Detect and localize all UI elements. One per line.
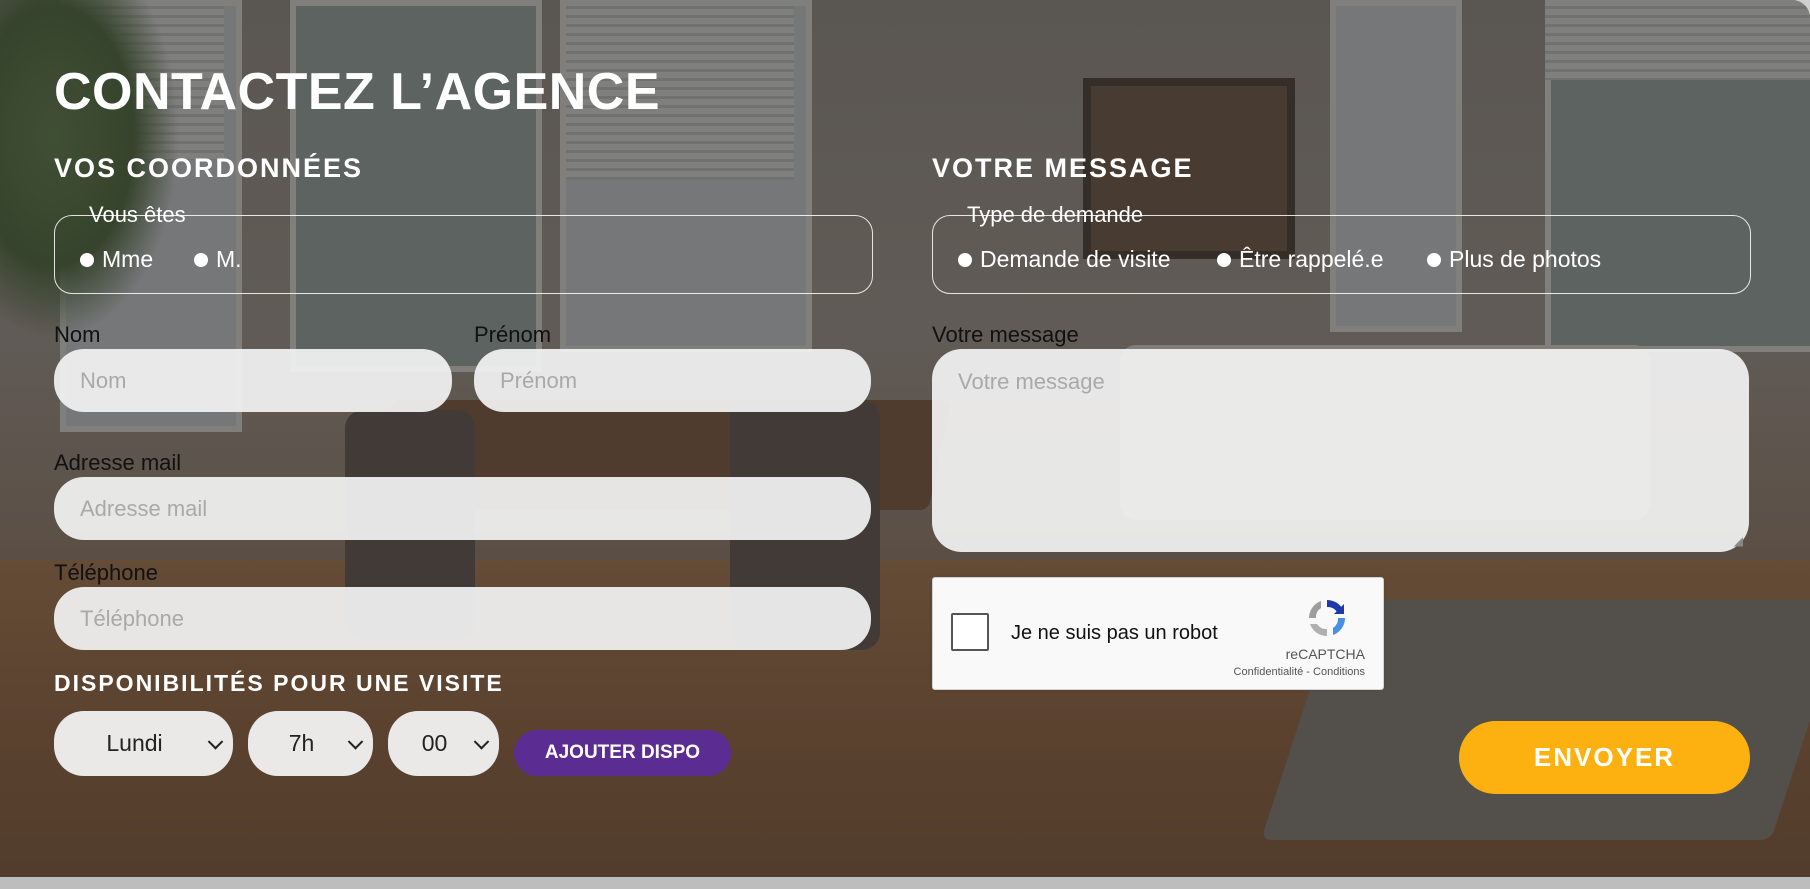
hour-select-value: 7h — [288, 730, 315, 756]
page-title: CONTACTEZ L’AGENCE — [54, 63, 661, 121]
civility-legend: Vous êtes — [89, 202, 186, 227]
radio-etre-rappele[interactable]: Être rappelé.e — [1217, 246, 1383, 273]
request-type-legend: Type de demande — [967, 202, 1144, 227]
radio-label: Mme — [102, 246, 154, 272]
phone-label: Téléphone — [54, 560, 158, 585]
chevron-down-icon — [347, 733, 364, 750]
recaptcha-checkbox[interactable] — [951, 613, 989, 651]
hour-select[interactable]: 7h — [248, 711, 373, 776]
radio-m[interactable]: M. — [194, 246, 242, 273]
submit-button[interactable]: ENVOYER — [1459, 721, 1750, 794]
recaptcha-text: Je ne suis pas un robot — [1011, 622, 1218, 644]
section-heading-message: VOTRE MESSAGE — [932, 153, 1194, 183]
radio-label: Demande de visite — [980, 246, 1171, 272]
prenom-input[interactable]: Prénom — [474, 349, 871, 412]
minute-select[interactable]: 00 — [388, 711, 499, 776]
civility-fieldset: Vous êtes — [54, 202, 873, 294]
nom-input[interactable]: Nom — [54, 349, 452, 412]
radio-label: Plus de photos — [1449, 246, 1602, 272]
radio-label: M. — [216, 246, 242, 272]
minute-select-value: 00 — [421, 730, 448, 756]
message-textarea[interactable]: Votre message ◢ — [932, 349, 1749, 552]
email-label: Adresse mail — [54, 450, 182, 475]
bottom-border — [0, 877, 1810, 889]
recaptcha-logo-icon — [1309, 600, 1345, 636]
recaptcha-links[interactable]: Confidentialité - Conditions — [1234, 666, 1365, 678]
add-availability-button[interactable]: AJOUTER DISPO — [514, 730, 731, 776]
resize-handle-icon[interactable]: ◢ — [1734, 534, 1743, 548]
radio-demande-visite[interactable]: Demande de visite — [958, 246, 1171, 273]
contact-form-section: CONTACTEZ L’AGENCE VOS COORDONNÉES Vous … — [0, 0, 1810, 889]
radio-button[interactable] — [1427, 252, 1441, 267]
radio-button[interactable] — [1217, 252, 1231, 267]
chevron-down-icon — [207, 733, 224, 750]
radio-button[interactable] — [958, 252, 972, 267]
section-heading-coordonnees: VOS COORDONNÉES — [54, 153, 364, 183]
radio-mme[interactable]: Mme — [80, 246, 153, 273]
chevron-down-icon — [473, 733, 490, 750]
radio-plus-photos[interactable]: Plus de photos — [1427, 246, 1601, 273]
message-label: Votre message — [932, 322, 1079, 347]
phone-input[interactable]: Téléphone — [54, 587, 871, 650]
radio-button[interactable] — [80, 252, 94, 267]
message-placeholder: Votre message — [958, 369, 1105, 394]
day-select[interactable]: Lundi — [54, 711, 233, 776]
section-heading-disponibilites: DISPONIBILITÉS POUR UNE VISITE — [54, 670, 504, 696]
prenom-label: Prénom — [474, 322, 552, 347]
nom-label: Nom — [54, 322, 101, 347]
radio-label: Être rappelé.e — [1239, 246, 1384, 272]
email-input[interactable]: Adresse mail — [54, 477, 871, 540]
radio-button[interactable] — [194, 252, 208, 267]
recaptcha-brand: reCAPTCHA — [1285, 646, 1365, 662]
recaptcha-widget: Je ne suis pas un robot reCAPTCHA Confid… — [932, 577, 1384, 690]
day-select-value: Lundi — [106, 730, 163, 756]
